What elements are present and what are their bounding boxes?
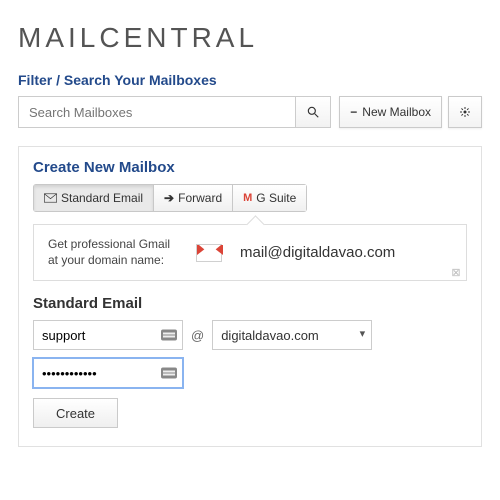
gear-icon <box>459 105 471 119</box>
create-button-label: Create <box>56 406 95 421</box>
new-mailbox-label: New Mailbox <box>362 105 431 119</box>
domain-select-value: digitaldavao.com <box>221 328 319 343</box>
create-button[interactable]: Create <box>33 398 118 428</box>
at-symbol: @ <box>191 328 204 343</box>
promo-close-button[interactable]: ⊠ <box>450 266 462 278</box>
promo-email-example: mail@digitaldavao.com <box>240 244 395 261</box>
keyboard-icon <box>161 330 177 341</box>
brand-title: MAILCENTRAL <box>18 22 482 54</box>
search-button[interactable] <box>295 96 331 128</box>
search-icon <box>306 105 320 119</box>
standard-email-section-title: Standard Email <box>33 295 467 312</box>
arrow-right-icon: ➔ <box>164 191 174 205</box>
gsuite-promo-box: Get professional Gmail at your domain na… <box>33 224 467 281</box>
gmail-m-icon: M <box>243 192 252 204</box>
promo-text: Get professional Gmail at your domain na… <box>48 237 178 268</box>
tab-label: G Suite <box>256 191 296 205</box>
tab-label: Forward <box>178 191 222 205</box>
settings-button[interactable] <box>448 96 482 128</box>
domain-select[interactable]: digitaldavao.com <box>212 320 372 350</box>
new-mailbox-button[interactable]: − New Mailbox <box>339 96 442 128</box>
minus-icon: − <box>350 105 357 119</box>
keyboard-icon <box>161 368 177 379</box>
tab-label: Standard Email <box>61 191 143 205</box>
close-icon: ⊠ <box>451 266 460 279</box>
search-input[interactable] <box>18 96 295 128</box>
tab-standard-email[interactable]: Standard Email <box>34 185 154 211</box>
envelope-icon <box>44 193 57 203</box>
tab-forward[interactable]: ➔ Forward <box>154 185 233 211</box>
tab-gsuite[interactable]: M G Suite <box>233 185 306 211</box>
mailbox-type-tabs: Standard Email ➔ Forward M G Suite <box>33 184 307 212</box>
panel-title: Create New Mailbox <box>33 159 467 176</box>
create-mailbox-panel: Create New Mailbox Standard Email ➔ Forw… <box>18 146 482 447</box>
gmail-icon <box>196 244 222 262</box>
filter-section-title: Filter / Search Your Mailboxes <box>18 72 482 88</box>
search-mailboxes-group <box>18 96 331 128</box>
